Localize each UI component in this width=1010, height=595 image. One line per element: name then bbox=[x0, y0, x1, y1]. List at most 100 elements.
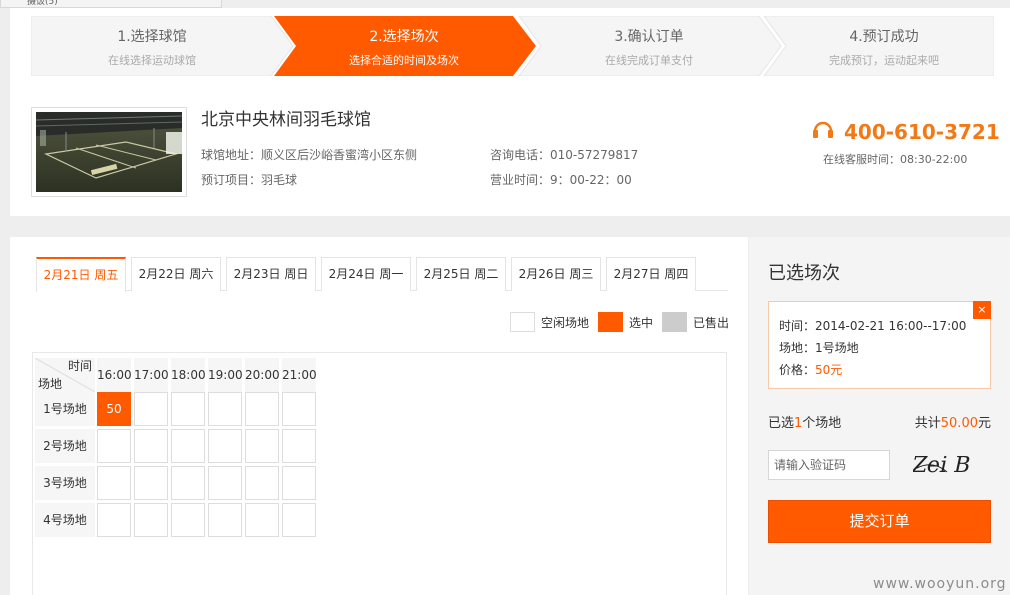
headphone-icon bbox=[812, 119, 834, 144]
venue-photo-image bbox=[36, 112, 182, 192]
slot-cell[interactable] bbox=[97, 429, 131, 463]
captcha-image[interactable]: Zei B bbox=[909, 450, 993, 480]
slot-cell[interactable] bbox=[171, 466, 205, 500]
step-1-sub: 在线选择运动球馆 bbox=[108, 54, 196, 67]
time-header: 17:00 bbox=[134, 358, 169, 392]
slot-cell[interactable] bbox=[208, 392, 242, 426]
legend-selected-swatch bbox=[598, 312, 623, 332]
legend-selected: 选中 bbox=[598, 312, 653, 332]
total-value: 50.00 bbox=[940, 416, 978, 431]
service-hours: 在线客服时间：08:30-22:00 bbox=[823, 153, 968, 166]
hotline: 400-610-3721 bbox=[812, 119, 1000, 144]
price-label: 价格： bbox=[779, 363, 816, 377]
watermark: www.wooyun.org bbox=[873, 576, 1007, 592]
step-progress: 1.选择球馆 在线选择运动球馆 2.选择场次 选择合适的时间及场次 3.确认订单… bbox=[31, 16, 994, 76]
captcha-text: Zei B bbox=[913, 452, 973, 478]
time-header: 20:00 bbox=[245, 358, 280, 392]
slot-cell[interactable] bbox=[282, 503, 316, 537]
venue-address: 球馆地址：顺义区后沙峪香蜜湾小区东侧 bbox=[201, 148, 418, 162]
tab-date-2[interactable]: 2月23日 周日 bbox=[226, 257, 316, 291]
slot-cell[interactable] bbox=[208, 503, 242, 537]
selected-court: 场地：1号场地 bbox=[779, 341, 859, 355]
top-strip-fragment: 摄饭(5) bbox=[0, 0, 222, 8]
court-header: 3号场地 bbox=[35, 466, 95, 500]
selected-count: 已选1个场地 bbox=[768, 412, 841, 431]
count-suffix: 个场地 bbox=[802, 416, 842, 431]
venue-photo bbox=[31, 107, 187, 197]
tab-date-5[interactable]: 2月26日 周三 bbox=[511, 257, 601, 291]
step-2-title: 2.选择场次 bbox=[369, 29, 439, 45]
legend-free: 空闲场地 bbox=[510, 312, 589, 332]
tab-date-4[interactable]: 2月25日 周二 bbox=[416, 257, 506, 291]
selected-time: 时间：2014-02-21 16:00--17:00 bbox=[779, 319, 967, 333]
order-total: 共计50.00元 bbox=[915, 412, 991, 431]
step-1-title: 1.选择球馆 bbox=[117, 29, 187, 45]
step-4-sub: 完成预订，运动起来吧 bbox=[829, 54, 939, 67]
corner-time-label: 时间 bbox=[67, 359, 92, 373]
corner-court-label: 场地 bbox=[38, 377, 63, 391]
court-grid: 时间 场地 16:00 17:00 18:00 19:00 20:00 21:0… bbox=[32, 352, 727, 595]
legend-selected-label: 选中 bbox=[629, 315, 654, 330]
count-prefix: 已选 bbox=[768, 416, 795, 431]
slot-cell[interactable] bbox=[171, 503, 205, 537]
total-suffix: 元 bbox=[977, 416, 991, 431]
tab-date-0[interactable]: 2月21日 周五 bbox=[36, 257, 126, 292]
slot-cell[interactable] bbox=[282, 466, 316, 500]
slot-cell[interactable] bbox=[97, 466, 131, 500]
selection-title: 已选场次 bbox=[768, 263, 840, 284]
header-card: 1.选择球馆 在线选择运动球馆 2.选择场次 选择合适的时间及场次 3.确认订单… bbox=[10, 8, 1010, 216]
legend-sold: 已售出 bbox=[662, 312, 729, 332]
legend-sold-swatch bbox=[662, 312, 687, 332]
slot-cell[interactable] bbox=[245, 466, 279, 500]
grid-corner: 时间 场地 bbox=[35, 358, 95, 392]
slot-cell[interactable] bbox=[134, 466, 168, 500]
step-3-sub: 在线完成订单支付 bbox=[605, 54, 693, 67]
slot-cell[interactable] bbox=[208, 466, 242, 500]
venue-hours: 营业时间：9：00-22：00 bbox=[490, 173, 632, 187]
legend-free-label: 空闲场地 bbox=[541, 315, 590, 330]
slot-cell[interactable] bbox=[245, 429, 279, 463]
time-header: 21:00 bbox=[282, 358, 317, 392]
total-prefix: 共计 bbox=[914, 416, 941, 431]
court-header: 1号场地 bbox=[35, 392, 95, 426]
time-header: 19:00 bbox=[208, 358, 243, 392]
court-header: 4号场地 bbox=[35, 503, 95, 537]
step-3: 3.确认订单 在线完成订单支付 bbox=[529, 16, 769, 76]
step-2: 2.选择场次 选择合适的时间及场次 bbox=[284, 16, 524, 76]
venue-project: 预订项目：羽毛球 bbox=[201, 173, 298, 187]
venue-name: 北京中央林间羽毛球馆 bbox=[201, 110, 371, 130]
step-3-title: 3.确认订单 bbox=[614, 29, 684, 45]
slot-cell-selected[interactable]: 50 bbox=[97, 392, 131, 426]
slot-cell[interactable] bbox=[171, 429, 205, 463]
captcha-input[interactable] bbox=[768, 450, 890, 480]
selection-sidebar: 已选场次 × 时间：2014-02-21 16:00--17:00 场地：1号场… bbox=[749, 237, 1010, 595]
selected-slot-box: × 时间：2014-02-21 16:00--17:00 场地：1号场地 价格：… bbox=[768, 301, 991, 389]
slot-cell[interactable] bbox=[171, 392, 205, 426]
selected-price: 价格：50元 bbox=[779, 361, 842, 378]
slot-cell[interactable] bbox=[245, 392, 279, 426]
tab-date-6[interactable]: 2月27日 周四 bbox=[606, 257, 696, 291]
slot-cell[interactable] bbox=[134, 429, 168, 463]
slot-cell[interactable] bbox=[134, 503, 168, 537]
legend-free-swatch bbox=[510, 312, 535, 332]
submit-order-button[interactable]: 提交订单 bbox=[768, 500, 991, 543]
slot-cell[interactable] bbox=[282, 429, 316, 463]
booking-panel: 2月21日 周五 2月22日 周六 2月23日 周日 2月24日 周一 2月25… bbox=[10, 237, 748, 595]
time-header: 18:00 bbox=[171, 358, 206, 392]
date-tabs: 2月21日 周五 2月22日 周六 2月23日 周日 2月24日 周一 2月25… bbox=[36, 257, 728, 292]
tab-date-3[interactable]: 2月24日 周一 bbox=[321, 257, 411, 291]
tab-date-1[interactable]: 2月22日 周六 bbox=[131, 257, 221, 291]
court-header: 2号场地 bbox=[35, 429, 95, 463]
slot-cell[interactable] bbox=[134, 392, 168, 426]
slot-cell[interactable] bbox=[282, 392, 316, 426]
slot-cell[interactable] bbox=[245, 503, 279, 537]
price-value: 50元 bbox=[815, 363, 843, 377]
captcha-glyphs: Zei B bbox=[909, 452, 973, 478]
slot-cell[interactable] bbox=[208, 429, 242, 463]
slot-cell[interactable] bbox=[97, 503, 131, 537]
venue-phone: 咨询电话：010-57279817 bbox=[490, 148, 639, 162]
close-icon[interactable]: × bbox=[973, 301, 991, 319]
legend-sold-label: 已售出 bbox=[693, 315, 730, 330]
step-4-title: 4.预订成功 bbox=[849, 29, 919, 45]
step-2-sub: 选择合适的时间及场次 bbox=[349, 54, 459, 67]
